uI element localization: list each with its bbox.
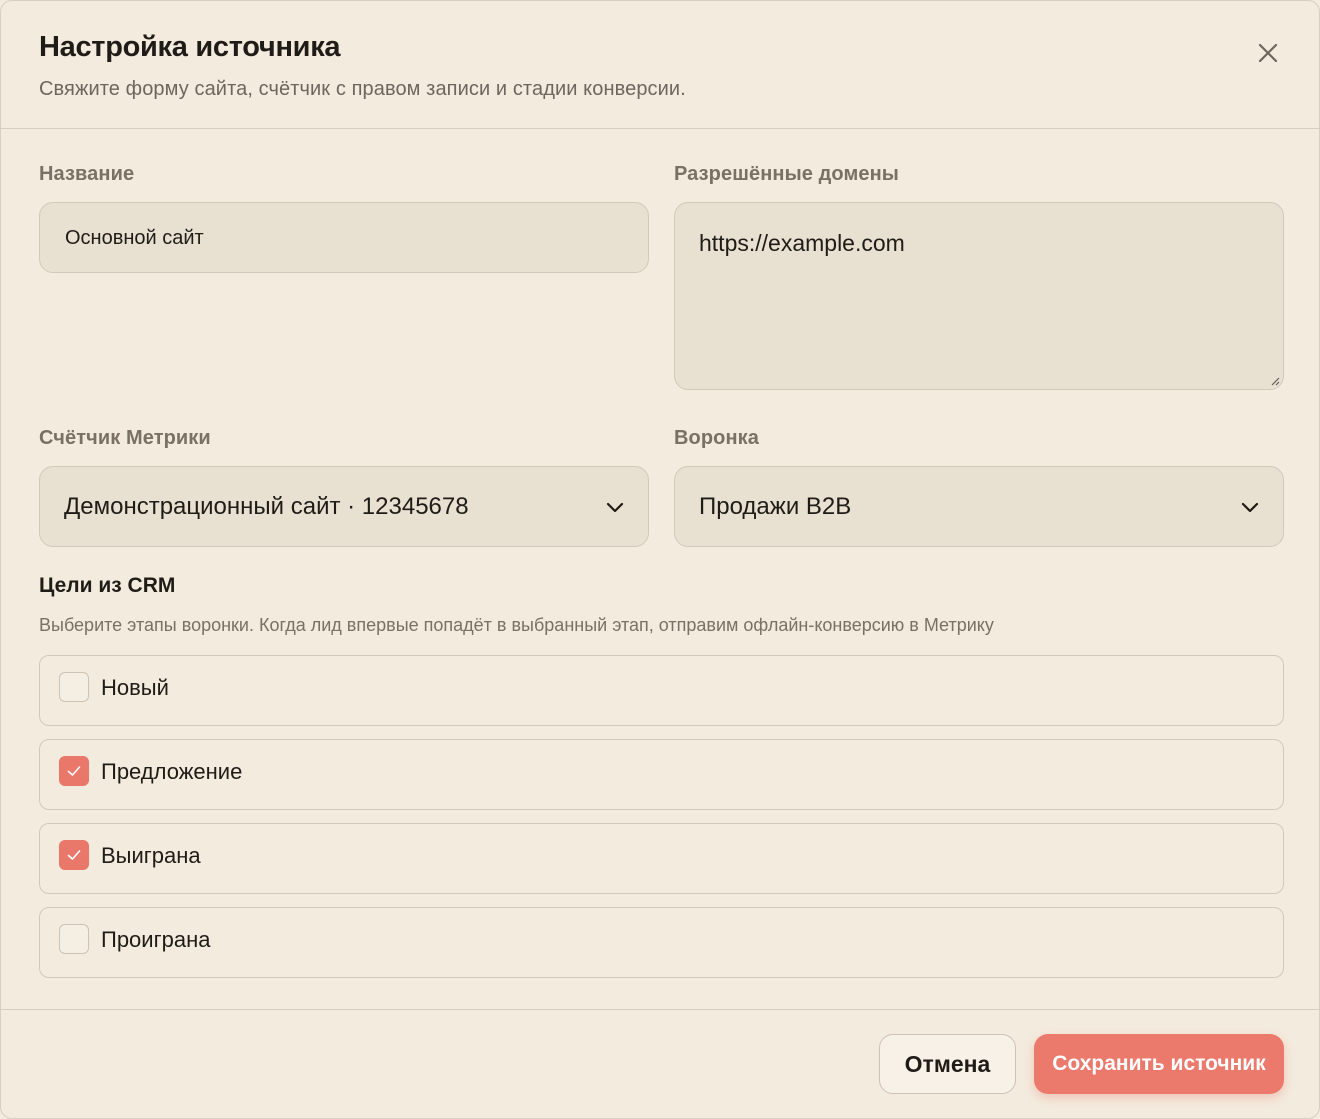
- stage-checkbox[interactable]: [59, 672, 89, 702]
- chevron-down-icon: [1241, 502, 1259, 513]
- funnel-select-value: Продажи B2B: [699, 493, 852, 520]
- stage-checkbox[interactable]: [59, 840, 89, 870]
- domains-textarea[interactable]: https://example.com: [674, 202, 1284, 390]
- crm-goals-title: Цели из CRM: [39, 574, 176, 597]
- crm-goals-hint: Выберите этапы воронки. Когда лид впервы…: [39, 615, 994, 635]
- check-icon: [67, 766, 81, 776]
- stage-label: Проиграна: [101, 927, 211, 952]
- save-source-button[interactable]: Сохранить источник: [1034, 1034, 1284, 1094]
- dialog-header: Настройка источника Свяжите форму сайта,…: [1, 1, 1319, 129]
- funnel-label: Воронка: [674, 427, 760, 449]
- source-settings-dialog: Настройка источника Свяжите форму сайта,…: [0, 0, 1320, 1119]
- stage-checkbox[interactable]: [59, 924, 89, 954]
- name-input[interactable]: Основной сайт: [39, 202, 649, 273]
- stage-row-won[interactable]: Выиграна: [39, 823, 1284, 894]
- counter-select[interactable]: Демонстрационный сайт · 12345678: [39, 466, 649, 547]
- close-button[interactable]: [1251, 36, 1285, 70]
- stage-row-new[interactable]: Новый: [39, 655, 1284, 726]
- stage-row-lost[interactable]: Проиграна: [39, 907, 1284, 978]
- stage-label: Выиграна: [101, 843, 201, 868]
- resize-handle-icon[interactable]: [1268, 374, 1280, 386]
- cancel-button[interactable]: Отмена: [879, 1034, 1016, 1094]
- name-label: Название: [39, 163, 135, 185]
- domains-label: Разрешённые домены: [674, 163, 899, 185]
- dialog-subtitle: Свяжите форму сайта, счётчик с правом за…: [39, 78, 686, 100]
- counter-label: Счётчик Метрики: [39, 427, 211, 449]
- close-icon: [1258, 43, 1278, 63]
- dialog-title: Настройка источника: [39, 31, 341, 63]
- funnel-select[interactable]: Продажи B2B: [674, 466, 1284, 547]
- stage-row-proposal[interactable]: Предложение: [39, 739, 1284, 810]
- domains-textarea-value: https://example.com: [699, 230, 905, 256]
- chevron-down-icon: [606, 502, 624, 513]
- name-input-value: Основной сайт: [65, 227, 204, 249]
- stage-label: Предложение: [101, 759, 243, 784]
- stage-label: Новый: [101, 675, 169, 700]
- counter-select-value: Демонстрационный сайт · 12345678: [64, 493, 469, 520]
- check-icon: [67, 850, 81, 860]
- stage-checkbox[interactable]: [59, 756, 89, 786]
